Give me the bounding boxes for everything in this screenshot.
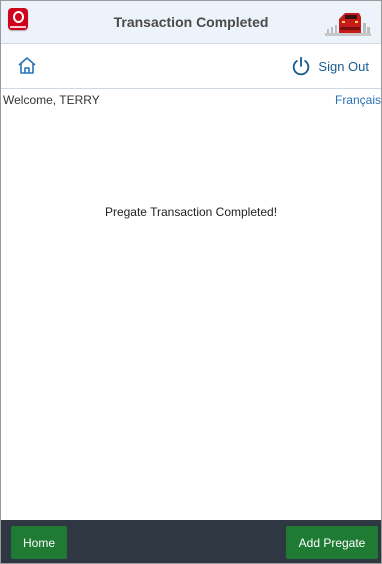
home-icon[interactable] [15, 54, 39, 78]
footer-bar: Home Add Pregate [1, 520, 381, 563]
language-link[interactable]: Français [335, 93, 381, 107]
add-pregate-button[interactable]: Add Pregate [286, 526, 378, 559]
toolbar: Sign Out [1, 44, 381, 89]
app-frame: Transaction Completed Sign Out Welcome, … [0, 0, 382, 564]
page-title: Transaction Completed [113, 14, 269, 30]
power-icon [293, 56, 310, 76]
home-button[interactable]: Home [11, 526, 67, 559]
welcome-text: Welcome, TERRY [3, 93, 100, 107]
sign-out-button[interactable]: Sign Out [290, 54, 369, 78]
completion-message: Pregate Transaction Completed! [104, 205, 278, 219]
train-locomotive-image [325, 13, 371, 36]
header-bar: Transaction Completed [1, 1, 381, 44]
home-icon-graphic [18, 57, 36, 74]
sign-out-label: Sign Out [318, 58, 369, 74]
